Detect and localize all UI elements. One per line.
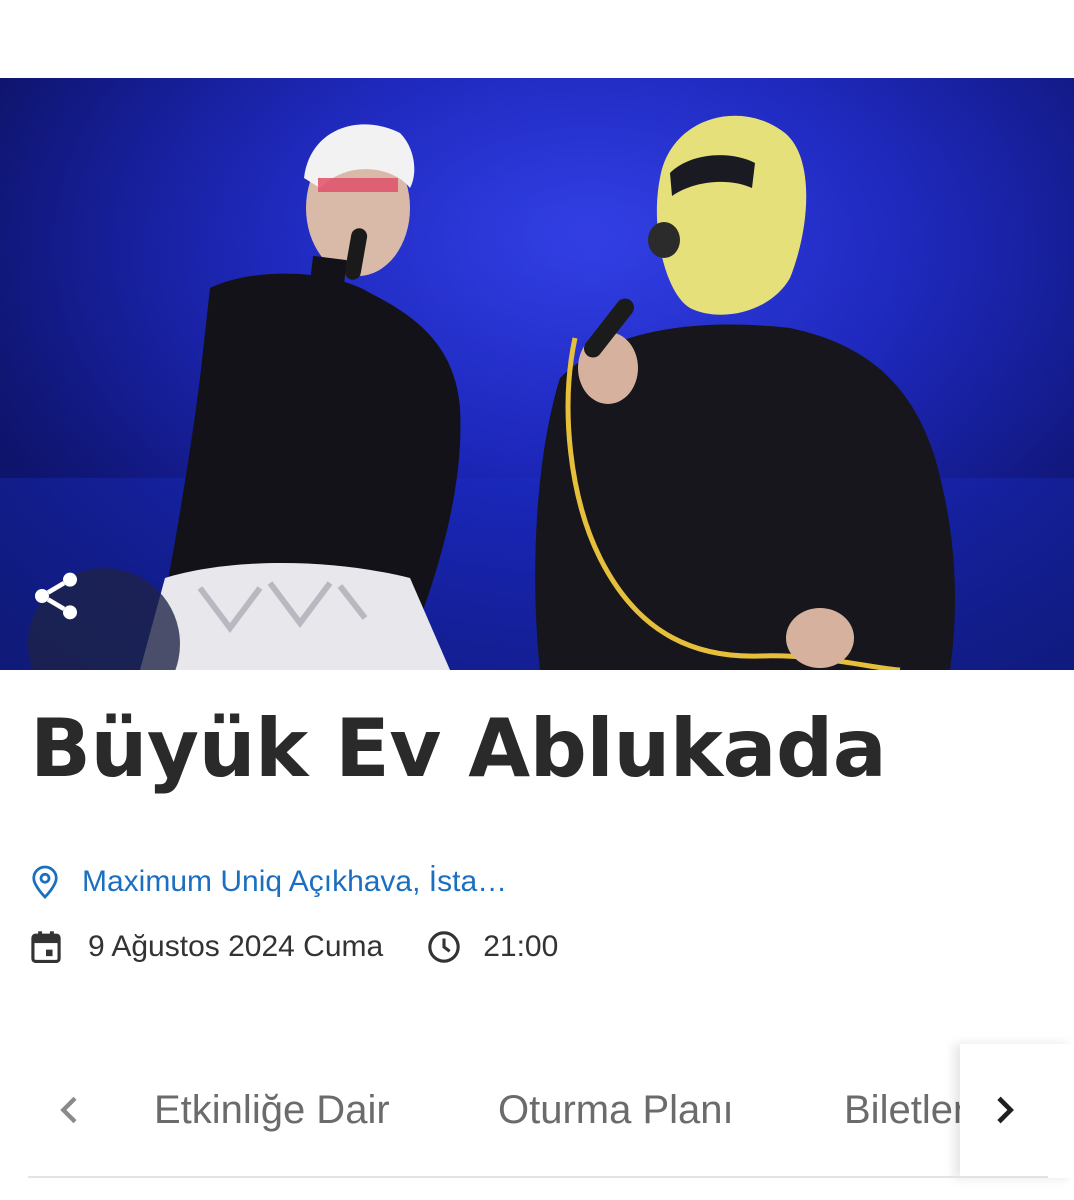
event-date: 9 Ağustos 2024 Cuma [88, 930, 384, 963]
event-tabs: Etkinliğe Dair Oturma Planı Biletler [0, 1044, 1074, 1178]
clock-icon [428, 931, 460, 963]
chevron-left-icon [60, 1096, 77, 1124]
share-icon [35, 572, 77, 620]
tabs-divider [28, 1176, 1048, 1178]
hero-photo-illustration [0, 78, 1074, 670]
venue-link[interactable]: Maximum Uniq Açıkhava, İsta… [30, 862, 507, 902]
top-bar [0, 0, 1074, 78]
tab-about[interactable]: Etkinliğe Dair [154, 1088, 390, 1133]
tabs-next-button[interactable] [984, 1090, 1024, 1130]
chevron-right-icon [997, 1096, 1014, 1124]
venue-name: Maximum Uniq Açıkhava, İsta… [82, 865, 508, 898]
location-pin-icon [32, 865, 58, 899]
tabs-track: Etkinliğe Dair Oturma Planı Biletler [120, 1044, 960, 1178]
tab-seating-plan[interactable]: Oturma Planı [498, 1088, 734, 1133]
date-time-row: 9 Ağustos 2024 Cuma 21:00 [30, 926, 558, 968]
event-time: 21:00 [483, 930, 559, 963]
event-title: Büyük Ev Ablukada [30, 702, 887, 795]
tab-tickets[interactable]: Biletler [844, 1088, 960, 1133]
tabs-prev-button[interactable] [50, 1090, 90, 1130]
calendar-icon [31, 931, 61, 963]
event-hero-image [0, 78, 1074, 670]
